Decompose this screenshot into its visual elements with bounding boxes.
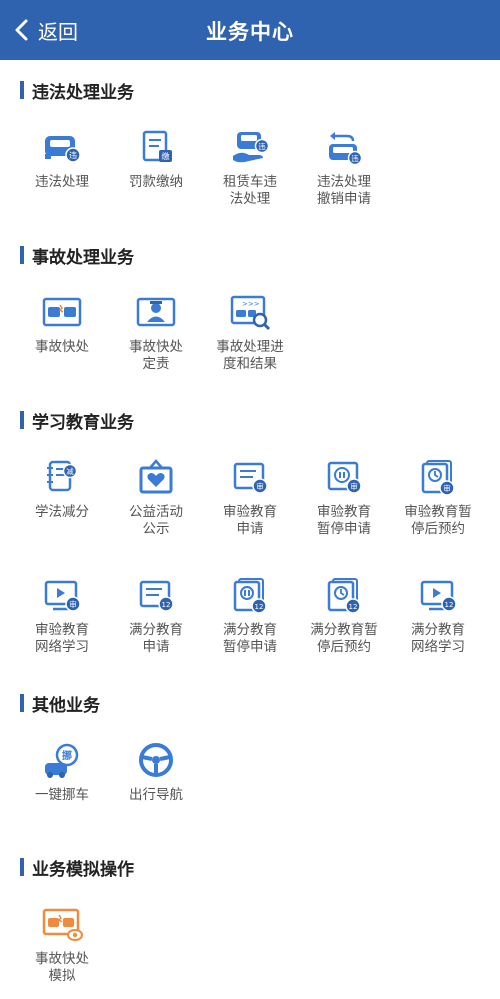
item-accident-progress[interactable]: >>> 事故处理进 度和结果: [203, 293, 297, 387]
accident-progress-icon: >>>: [229, 293, 271, 333]
item-review-education-apply[interactable]: 审 审验教育 申请: [203, 458, 297, 552]
section-title: 学习教育业务: [20, 410, 134, 433]
accident-simulation-icon: [41, 905, 83, 945]
svg-text:违: 违: [351, 154, 359, 163]
svg-text:12: 12: [445, 601, 454, 609]
public-welfare-icon: [135, 458, 177, 498]
svg-text:审: 审: [69, 599, 77, 609]
accident-liability-icon: [135, 293, 177, 333]
item-accident-liability[interactable]: 事故快处 定责: [109, 293, 203, 387]
page-title: 业务中心: [206, 20, 294, 44]
study-reduce-points-icon: 减: [41, 458, 83, 498]
item-navigation[interactable]: 出行导航: [109, 741, 203, 835]
top-bar: 返回 业务中心: [0, 0, 500, 60]
item-accident-quick[interactable]: 事故快处: [15, 293, 109, 387]
svg-text:审: 审: [256, 481, 264, 491]
accident-quick-icon: [41, 293, 83, 333]
review-education-online-icon: 审: [41, 576, 83, 616]
violation-revoke-icon: 违: [323, 128, 365, 168]
item-full-score-appointment[interactable]: 12 满分教育暂 停后预约: [297, 576, 391, 670]
full-score-appointment-icon: 12: [323, 576, 365, 616]
svg-text:12: 12: [162, 601, 171, 609]
fine-payment-icon: 缴: [135, 128, 177, 168]
item-full-score-pause[interactable]: 12 满分教育 暂停申请: [203, 576, 297, 670]
item-review-education-appointment[interactable]: 审 审验教育暂 停后预约: [391, 458, 485, 552]
item-full-score-online[interactable]: 12 满分教育 网络学习: [391, 576, 485, 670]
svg-text:12: 12: [255, 603, 264, 611]
svg-text:违: 违: [69, 151, 77, 160]
full-score-pause-icon: 12: [229, 576, 271, 616]
item-full-score-apply[interactable]: 12 满分教育 申请: [109, 576, 203, 670]
review-education-apply-icon: 审: [229, 458, 271, 498]
item-violation-handling[interactable]: 违 违法处理: [15, 128, 109, 222]
item-move-car[interactable]: 挪 一键挪车: [15, 741, 109, 835]
item-review-education-online[interactable]: 审 审验教育 网络学习: [15, 576, 109, 670]
car-violation-icon: 违: [41, 128, 83, 168]
svg-text:违: 违: [258, 142, 266, 151]
item-public-welfare[interactable]: 公益活动 公示: [109, 458, 203, 552]
item-review-education-pause[interactable]: 审 审验教育 暂停申请: [297, 458, 391, 552]
svg-text:审: 审: [350, 481, 358, 491]
steering-wheel-icon: [135, 741, 177, 781]
item-study-reduce-points[interactable]: 减 学法减分: [15, 458, 109, 552]
item-rental-car-violation[interactable]: 违 租赁车违 法处理: [203, 128, 297, 222]
svg-text:缴: 缴: [162, 151, 170, 161]
full-score-apply-icon: 12: [135, 576, 177, 616]
item-fine-payment[interactable]: 缴 罚款缴纳: [109, 128, 203, 222]
svg-text:审: 审: [443, 483, 451, 493]
svg-text:>>>: >>>: [242, 300, 260, 308]
svg-text:减: 减: [66, 466, 74, 476]
item-violation-revoke[interactable]: 违 违法处理 撤销申请: [297, 128, 391, 222]
item-accident-simulation[interactable]: 事故快处 模拟: [15, 905, 109, 999]
svg-text:挪: 挪: [62, 749, 72, 762]
move-car-icon: 挪: [41, 741, 83, 781]
review-education-pause-icon: 审: [323, 458, 365, 498]
rental-car-violation-icon: 违: [229, 128, 271, 168]
section-title: 业务模拟操作: [20, 857, 134, 880]
svg-text:12: 12: [349, 603, 358, 611]
full-score-online-icon: 12: [417, 576, 459, 616]
section-title: 其他业务: [20, 693, 100, 716]
section-title: 违法处理业务: [20, 80, 134, 103]
review-education-appointment-icon: 审: [417, 458, 459, 498]
section-title: 事故处理业务: [20, 245, 134, 268]
